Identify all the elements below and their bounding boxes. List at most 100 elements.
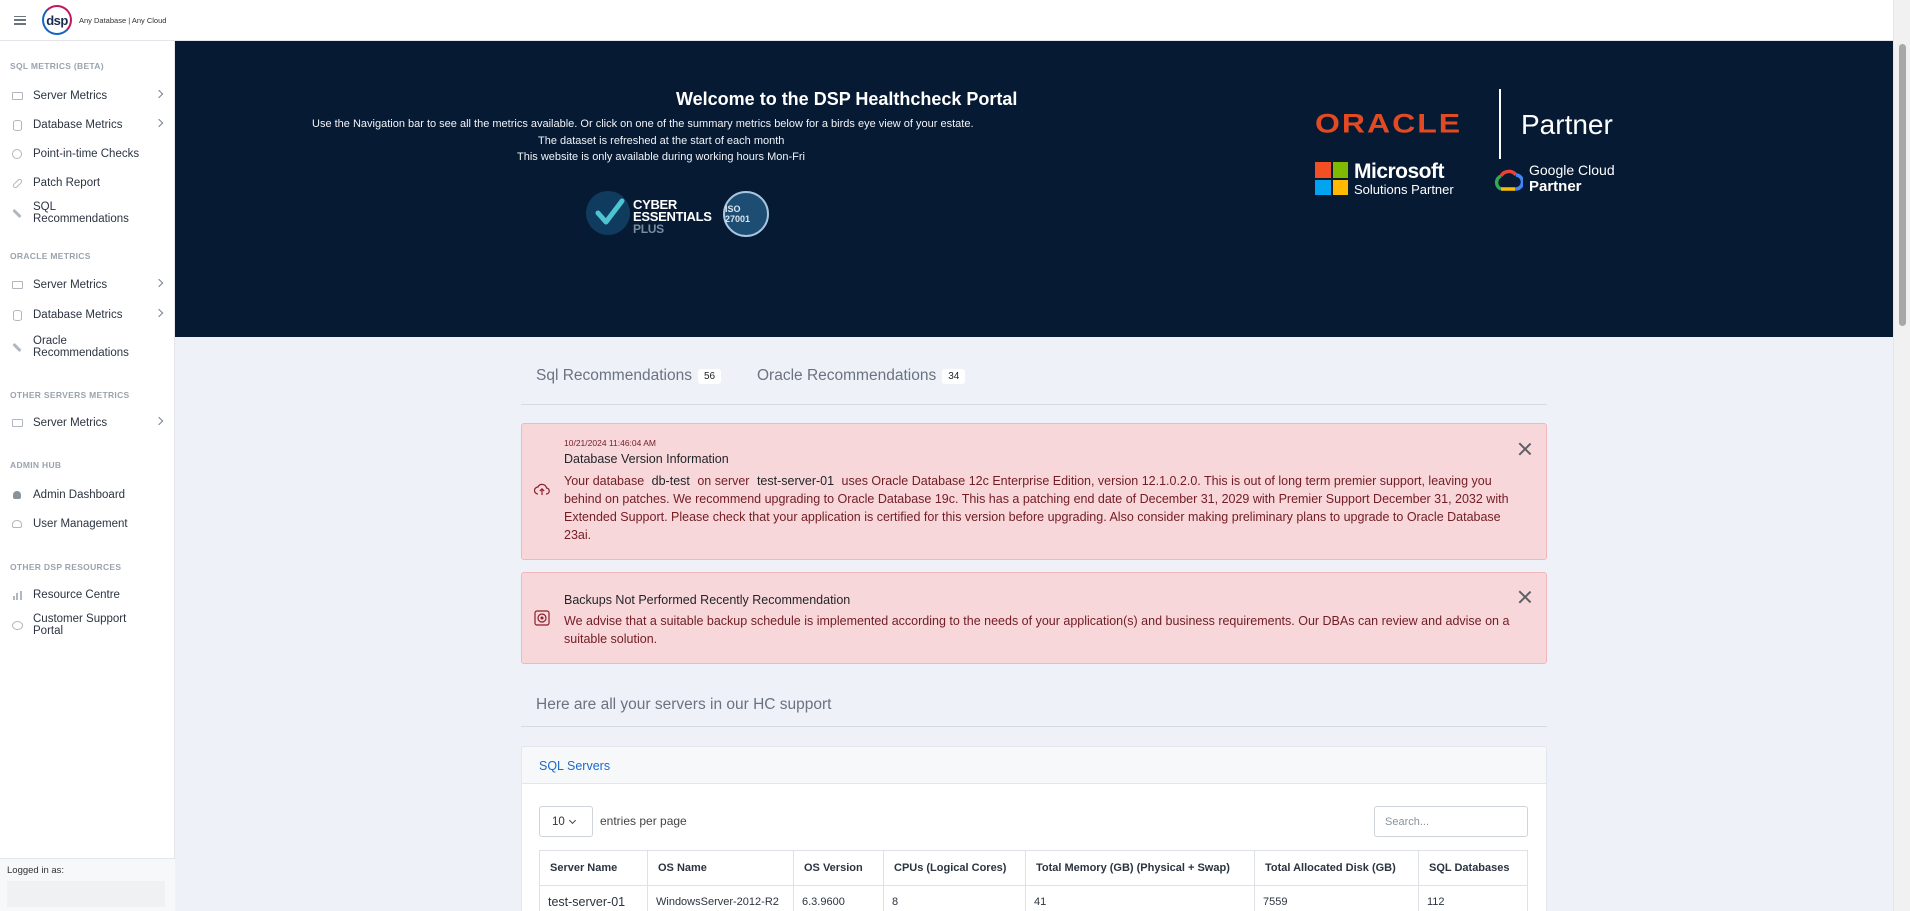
column-header[interactable]: CPUs (Logical Cores)	[883, 850, 1026, 886]
sidebar-item-label: Resource Centre	[33, 589, 120, 601]
hero-title: Welcome to the DSP Healthcheck Portal	[676, 89, 1018, 109]
tab-label: Oracle Recommendations	[757, 367, 937, 384]
chevron-down-icon	[568, 816, 576, 824]
sidebar-item-label: Oracle Recommendations	[33, 335, 129, 359]
sidebar-item-label: Server Metrics	[33, 90, 108, 102]
table-row[interactable]: test-server-01 WindowsServer-2012-R2 6.3…	[539, 885, 1528, 911]
database-icon	[11, 309, 23, 321]
hero-line: This website is only available during wo…	[517, 151, 805, 163]
alert-text-pre: Your database	[564, 474, 645, 488]
column-header[interactable]: OS Version	[793, 850, 884, 886]
table-cell: 6.3.9600	[793, 885, 884, 911]
sidebar-item-label: Point-in-time Checks	[33, 148, 140, 160]
sidebar-item-label: Database Metrics	[33, 309, 123, 321]
server-icon	[11, 417, 23, 429]
tab-label: Sql Recommendations	[536, 367, 692, 384]
hamburger-menu-icon[interactable]	[14, 15, 26, 25]
alert-database-version: 10/21/2024 11:46:04 AM Database Version …	[521, 423, 1547, 560]
column-header[interactable]: OS Name	[647, 850, 794, 886]
users-icon	[11, 518, 23, 530]
column-header[interactable]: Server Name	[539, 850, 648, 886]
search-input[interactable]	[1374, 806, 1528, 837]
table-cell: 112	[1418, 885, 1528, 911]
tab-sql-recommendations[interactable]: Sql Recommendations 56	[536, 367, 722, 385]
user-icon	[11, 489, 23, 501]
alert-timestamp: 10/21/2024 11:46:04 AM	[564, 438, 657, 448]
hero-line: The dataset is refreshed at the start of…	[538, 135, 785, 147]
dsp-logo[interactable]: dsp	[42, 5, 72, 35]
database-icon	[11, 119, 23, 131]
sidebar-item-oracle-server-metrics[interactable]: Server Metrics	[0, 272, 175, 298]
iso-certification-badge: ISO 27001	[723, 191, 769, 237]
logged-in-label: Logged in as:	[7, 865, 65, 876]
scrollbar-thumb[interactable]	[1899, 44, 1906, 326]
app-tagline: Any Database | Any Cloud	[79, 15, 167, 25]
cyber-essentials-text: CYBER ESSENTIALS PLUS	[633, 198, 712, 236]
table-cell: test-server-01	[539, 885, 648, 911]
table-cell: 7559	[1254, 885, 1419, 911]
link-icon	[11, 177, 23, 189]
sql-servers-title-link[interactable]: SQL Servers	[539, 759, 610, 773]
sidebar-item-label: Admin Dashboard	[33, 489, 126, 501]
sidebar-item-admin-dashboard[interactable]: Admin Dashboard	[0, 482, 175, 508]
google-cloud-logo	[1494, 169, 1523, 191]
alert-text-mid: on server	[697, 474, 750, 488]
sidebar-item-other-server-metrics[interactable]: Server Metrics	[0, 410, 175, 436]
logged-in-panel: Logged in as:	[0, 858, 175, 911]
column-header[interactable]: Total Allocated Disk (GB)	[1254, 850, 1419, 886]
sidebar-item-point-in-time-checks[interactable]: Point-in-time Checks	[0, 141, 175, 167]
google-cloud-sub: Partner	[1529, 178, 1582, 195]
oracle-partner-text: Partner	[1521, 109, 1613, 140]
page-scrollbar[interactable]	[1893, 0, 1910, 911]
sidebar-item-label: Customer Support Portal	[33, 613, 127, 637]
chevron-right-icon	[154, 89, 164, 99]
microsoft-logo	[1315, 162, 1348, 195]
close-icon[interactable]	[1518, 590, 1532, 604]
sidebar-item-resource-centre[interactable]: Resource Centre	[0, 582, 175, 608]
sidebar-item-user-management[interactable]: User Management	[0, 511, 175, 537]
column-header[interactable]: SQL Databases	[1418, 850, 1528, 886]
tab-oracle-recommendations[interactable]: Oracle Recommendations 34	[757, 367, 966, 385]
divider	[521, 726, 1547, 727]
sql-servers-card: SQL Servers 10 entries per page Server N…	[521, 746, 1547, 911]
sidebar-item-label: User Management	[33, 518, 128, 530]
microsoft-partner-text: Microsoft Solutions Partner	[1354, 161, 1454, 197]
sidebar-item-sql-recommendations[interactable]: SQL Recommendations	[0, 200, 175, 226]
alert-title: Backups Not Performed Recently Recommend…	[564, 593, 851, 607]
close-icon[interactable]	[1518, 442, 1532, 456]
clock-icon	[11, 148, 23, 160]
sidebar-section-title: ORACLE METRICS	[10, 251, 91, 261]
column-header[interactable]: Total Memory (GB) (Physical + Swap)	[1025, 850, 1255, 886]
cyber-line-3: PLUS	[633, 222, 664, 236]
count-badge: 34	[942, 368, 966, 384]
table-cell: 8	[883, 885, 1026, 911]
logo-divider	[1499, 89, 1501, 159]
chevron-right-icon	[154, 308, 164, 318]
sidebar-item-oracle-recommendations[interactable]: Oracle Recommendations	[0, 332, 175, 362]
oracle-logo: ORACLE	[1315, 108, 1463, 139]
sidebar-item-sql-database-metrics[interactable]: Database Metrics	[0, 112, 175, 138]
sidebar-item-label: Server Metrics	[33, 279, 108, 291]
server-icon	[11, 90, 23, 102]
sidebar-item-patch-report[interactable]: Patch Report	[0, 170, 175, 196]
servers-heading: Here are all your servers in our HC supp…	[536, 696, 832, 713]
server-icon	[11, 279, 23, 291]
sidebar-item-label: Patch Report	[33, 177, 101, 189]
sidebar-item-oracle-database-metrics[interactable]: Database Metrics	[0, 302, 175, 328]
cloud-upload-icon	[534, 482, 550, 498]
entries-per-page-select[interactable]: 10	[539, 806, 593, 837]
server-name: test-server-01	[756, 474, 835, 488]
target-icon	[534, 610, 550, 626]
hero-line: Use the Navigation bar to see all the me…	[312, 118, 974, 130]
microsoft-name: Microsoft	[1354, 160, 1444, 183]
alert-backups-not-performed: Backups Not Performed Recently Recommend…	[521, 572, 1547, 664]
logged-in-user-box[interactable]	[7, 881, 165, 907]
cyber-essentials-logo	[586, 191, 630, 235]
sidebar-item-sql-server-metrics[interactable]: Server Metrics	[0, 83, 175, 109]
sidebar-item-label: Database Metrics	[33, 119, 123, 131]
top-bar: dsp Any Database | Any Cloud	[0, 0, 1893, 41]
table-cell: WindowsServer-2012-R2	[647, 885, 794, 911]
card-header: SQL Servers	[522, 747, 1546, 784]
alert-title: Database Version Information	[564, 452, 729, 466]
sidebar-item-customer-support-portal[interactable]: Customer Support Portal	[0, 612, 175, 638]
